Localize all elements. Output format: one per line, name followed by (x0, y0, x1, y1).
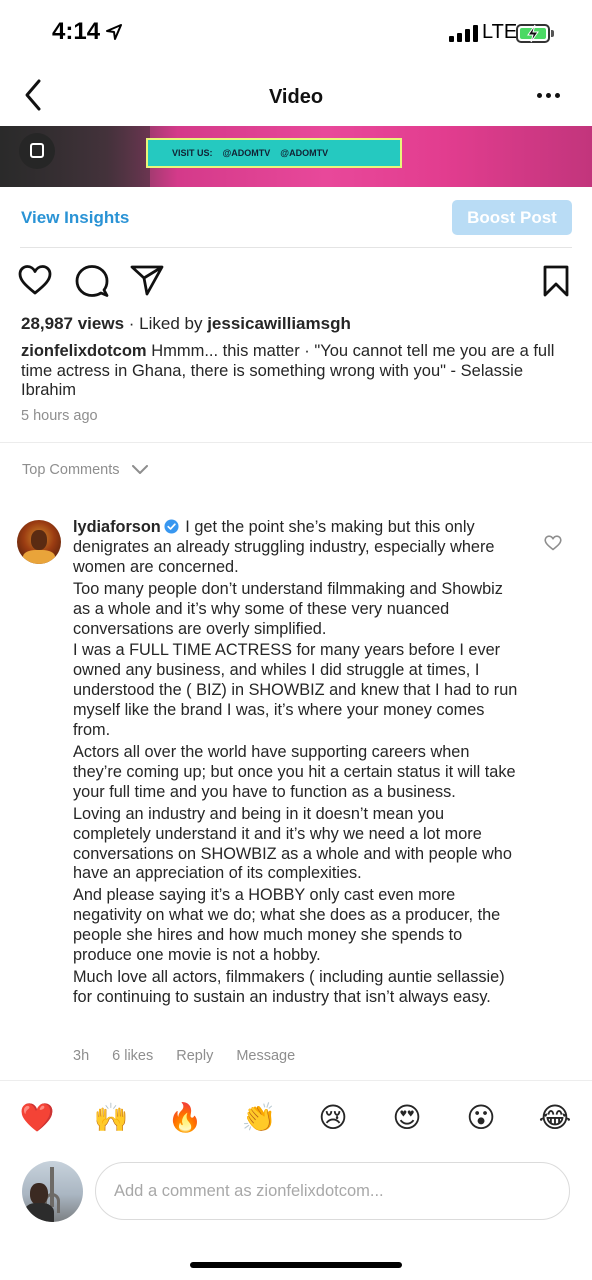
emoji-heart[interactable]: ❤️ (17, 1098, 57, 1138)
video-type-badge (19, 133, 55, 169)
post-caption: zionfelixdotcom Hmmm... this matter · "Y… (21, 342, 571, 401)
comment-icon[interactable] (75, 264, 109, 298)
video-banner: VISIT US: @ADOMTV @ADOMTV (146, 138, 402, 168)
igtv-icon (30, 143, 44, 158)
comment-meta: 3h 6 likes Reply Message (73, 1048, 318, 1064)
divider (0, 442, 592, 443)
reply-button[interactable]: Reply (176, 1048, 213, 1064)
divider (0, 1080, 592, 1081)
banner-instagram-handle: @ADOMTV (280, 148, 329, 158)
comment-paragraph: Much love all actors, filmmakers ( inclu… (73, 967, 505, 1006)
comment-likes[interactable]: 6 likes (112, 1048, 153, 1064)
like-comment-heart-icon[interactable] (544, 535, 562, 551)
comment-paragraph: Too many people don’t understand filmmak… (73, 579, 503, 638)
avatar[interactable] (17, 520, 61, 564)
comment-paragraph: Loving an industry and being in it doesn… (73, 804, 512, 883)
post-timestamp: 5 hours ago (21, 408, 98, 424)
banner-facebook-handle: @ADOMTV (222, 148, 271, 158)
emoji-clapping[interactable]: 👏 (239, 1098, 279, 1138)
nav-bar: Video (0, 66, 592, 126)
comment-username[interactable]: lydiaforson (73, 518, 161, 536)
status-bar: 4:14 LTE (0, 0, 592, 66)
insights-row: View Insights Boost Post (20, 200, 572, 236)
chevron-down-icon (131, 465, 148, 474)
banner-visit-text: VISIT US: (172, 148, 213, 158)
caption-username[interactable]: zionfelixdotcom (21, 342, 147, 360)
message-button[interactable]: Message (236, 1048, 295, 1064)
charging-bolt-icon (527, 24, 539, 43)
network-type: LTE (482, 21, 518, 43)
divider (20, 247, 572, 248)
comment-time: 3h (73, 1048, 90, 1064)
top-comments-sort[interactable]: Top Comments (22, 462, 148, 478)
page-title: Video (268, 86, 324, 108)
more-horizontal-icon[interactable] (537, 93, 560, 98)
comment-composer (0, 1160, 592, 1224)
views-count: 28,987 views (21, 314, 125, 333)
comment-paragraph: And please saying it’s a HOBBY only cast… (73, 886, 501, 965)
home-indicator[interactable] (190, 1262, 402, 1268)
status-time: 4:14 (52, 18, 101, 45)
comment-paragraph: I was a FULL TIME ACTRESS for many years… (73, 641, 518, 740)
emoji-raised-hands[interactable]: 🙌 (91, 1098, 131, 1138)
comment-paragraph: Actors all over the world have supportin… (73, 742, 516, 801)
video-preview[interactable]: VISIT US: @ADOMTV @ADOMTV (0, 126, 592, 187)
views-line: 28,987 views · Liked by jessicawilliamsg… (21, 314, 351, 334)
verified-badge-icon (164, 519, 179, 534)
emoji-reaction-bar: ❤️ 🙌 🔥 👏 😢 😍 😮 😂 (0, 1098, 592, 1138)
view-insights-link[interactable]: View Insights (21, 208, 129, 228)
heart-icon[interactable] (18, 264, 52, 296)
bookmark-icon[interactable] (542, 265, 570, 297)
comment-input[interactable] (95, 1162, 570, 1220)
emoji-crying[interactable]: 😢 (313, 1098, 353, 1138)
top-comments-label: Top Comments (22, 462, 120, 478)
location-arrow-icon (106, 24, 122, 40)
emoji-heart-eyes[interactable]: 😍 (387, 1098, 427, 1138)
signal-strength-icon (449, 25, 478, 42)
avatar (22, 1161, 83, 1222)
battery-cap (551, 30, 554, 37)
comment-body: lydiaforson I get the point she’s making… (73, 518, 518, 1010)
boost-post-button[interactable]: Boost Post (452, 200, 572, 235)
emoji-laughing[interactable]: 😂 (535, 1098, 575, 1138)
liked-by-prefix: · Liked by (128, 314, 203, 333)
post-actions (18, 262, 574, 300)
emoji-fire[interactable]: 🔥 (165, 1098, 205, 1138)
share-icon[interactable] (130, 264, 164, 296)
comment-paragraph: lydiaforson I get the point she’s making… (73, 518, 518, 578)
liked-by-user[interactable]: jessicawilliamsgh (207, 314, 351, 333)
emoji-surprised[interactable]: 😮 (461, 1098, 501, 1138)
